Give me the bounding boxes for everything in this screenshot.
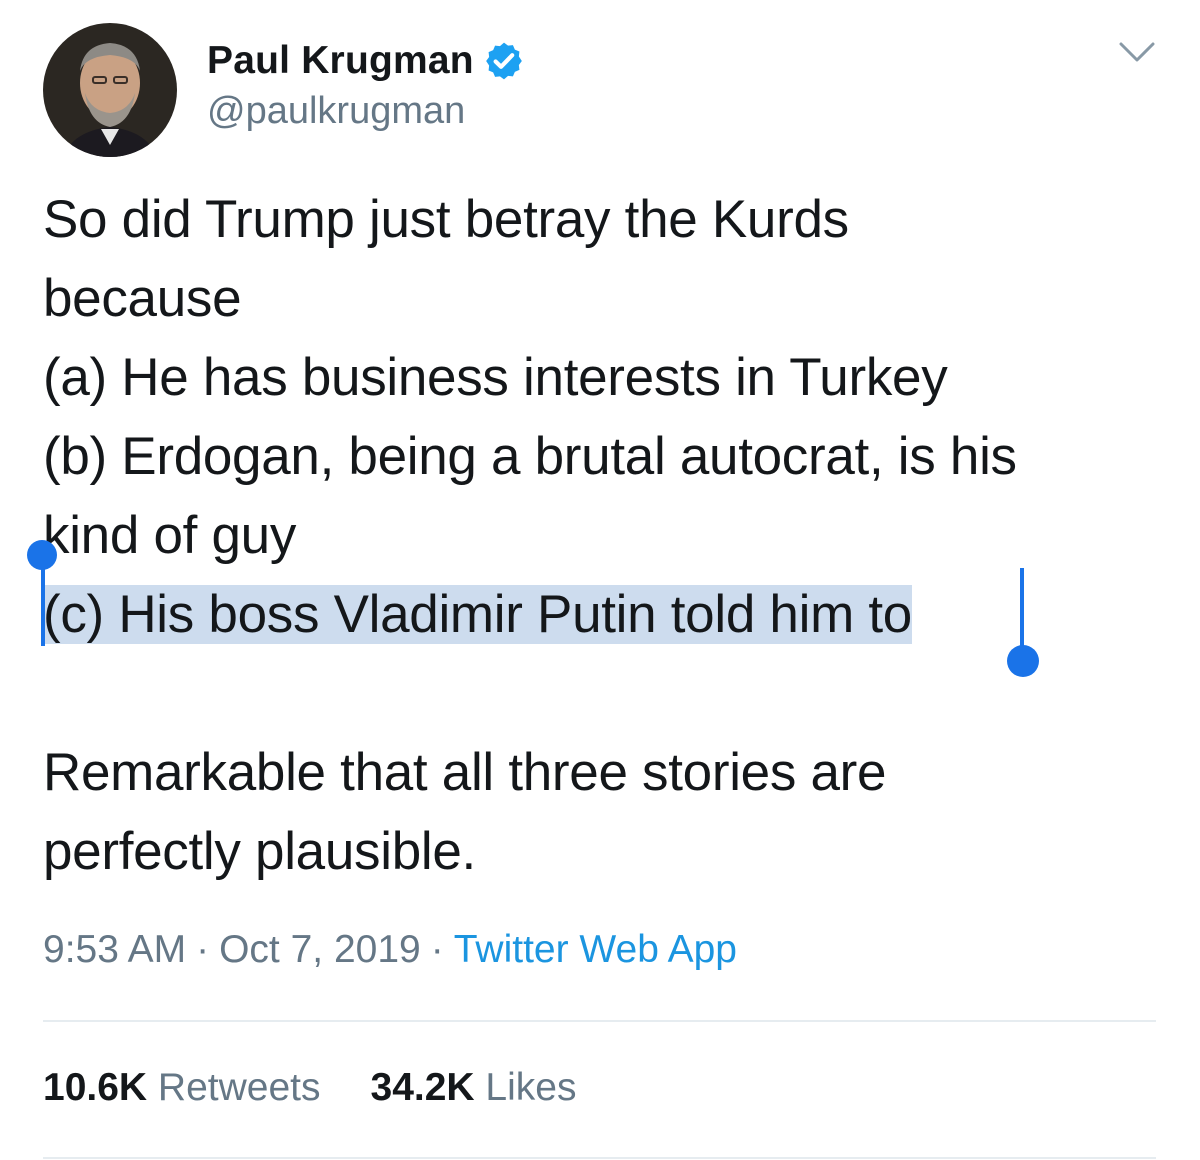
tweet-text-line: (b) Erdogan, being a brutal autocrat, is… <box>43 427 1017 486</box>
retweets-count: 10.6K <box>43 1066 148 1109</box>
meta-separator: · <box>430 928 444 971</box>
tweet-text-line: because <box>43 269 242 328</box>
author-handle[interactable]: @paulkrugman <box>207 90 465 133</box>
tweet-meta: 9:53 AM · Oct 7, 2019 · Twitter Web App <box>43 928 737 972</box>
tweet-source-link[interactable]: Twitter Web App <box>454 928 737 971</box>
retweets-stat[interactable]: 10.6K Retweets <box>43 1066 321 1109</box>
avatar[interactable] <box>43 23 177 157</box>
likes-stat[interactable]: 34.2K Likes <box>371 1066 577 1109</box>
display-name[interactable]: Paul Krugman <box>207 39 474 83</box>
selection-start-caret <box>41 566 45 646</box>
chevron-down-icon[interactable] <box>1118 40 1156 66</box>
tweet-text-line: kind of guy <box>43 506 297 565</box>
selected-text[interactable]: (c) His boss Vladimir Putin told him to <box>43 585 912 644</box>
tweet-date[interactable]: Oct 7, 2019 <box>219 928 421 971</box>
divider <box>43 1157 1156 1159</box>
avatar-image <box>43 23 177 157</box>
verified-badge-icon <box>483 40 525 82</box>
meta-separator: · <box>196 928 210 971</box>
likes-label: Likes <box>485 1066 577 1109</box>
tweet-text-line: perfectly plausible. <box>43 822 476 881</box>
divider <box>43 1020 1156 1022</box>
selection-end-handle[interactable] <box>1007 645 1039 677</box>
tweet-stats: 10.6K Retweets 34.2K Likes <box>43 1066 576 1110</box>
tweet-time[interactable]: 9:53 AM <box>43 928 186 971</box>
tweet-text-line: (a) He has business interests in Turkey <box>43 348 948 407</box>
tweet-text-line: Remarkable that all three stories are <box>43 743 887 802</box>
tweet-text-line: So did Trump just betray the Kurds <box>43 190 849 249</box>
tweet-text: So did Trump just betray the Kurds becau… <box>43 180 1163 891</box>
retweets-label: Retweets <box>157 1066 321 1109</box>
selection-end-caret <box>1020 568 1024 648</box>
likes-count: 34.2K <box>370 1066 475 1109</box>
author-name-row[interactable]: Paul Krugman <box>207 38 525 84</box>
